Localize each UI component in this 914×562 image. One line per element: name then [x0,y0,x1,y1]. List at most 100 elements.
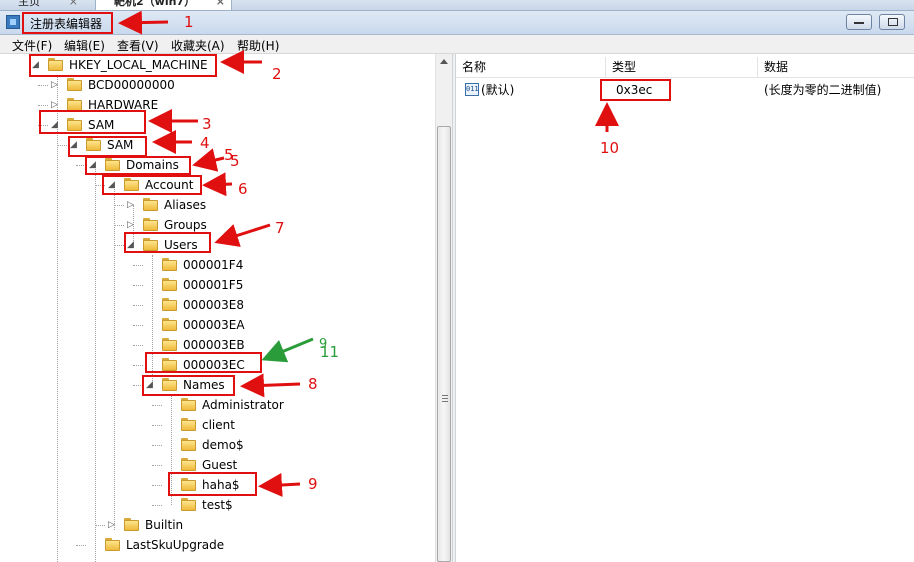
annotation-box-users [124,232,211,253]
tree-node-label: BCD00000000 [88,78,175,92]
close-icon[interactable]: × [69,0,78,9]
annotation-box-hklm [29,54,217,77]
annotation-box-title [22,12,113,34]
tree-guide-line [114,185,115,530]
annotation-number-5b: 5 [230,152,240,170]
minimize-icon [854,22,864,24]
folder-icon [105,538,120,551]
tree-branch-line [152,465,162,466]
folder-icon [143,218,158,231]
registry-app-icon [6,15,20,29]
browser-tab-strip: 主页 × 靶机2（win7） × [0,0,914,11]
annotation-number-2: 2 [272,65,282,83]
tab-home[interactable]: 主页 × [4,0,84,10]
tree-node-label: Administrator [202,398,284,412]
tree-scrollbar[interactable] [435,54,453,562]
folder-icon [181,418,196,431]
menu-edit[interactable]: 编辑(E) [64,37,105,54]
tree-branch-line [38,85,48,86]
collapsed-triangle-icon[interactable]: ▷ [127,195,136,215]
folder-icon [181,438,196,451]
tree-node-label: LastSkuUpgrade [126,538,225,552]
tree-guide-line [57,75,58,562]
annotation-number-8: 8 [308,375,318,393]
tree-branch-line [38,105,48,106]
grip-line [442,401,448,402]
folder-icon [181,498,196,511]
tree-branch-line [114,225,124,226]
column-header-name[interactable]: 名称 [456,57,606,77]
tab-vm[interactable]: 靶机2（win7） × [95,0,232,10]
annotation-box-sam [39,110,146,134]
tree-branch-line [76,545,86,546]
annotation-number-1: 1 [184,13,194,31]
tree-node-label: Builtin [145,518,184,532]
tree-branch-line [152,445,162,446]
grip-line [442,395,448,396]
tree-branch-line [133,305,143,306]
tree-node-label: Aliases [164,198,207,212]
scroll-thumb[interactable] [437,126,451,562]
column-header-data[interactable]: 数据 [758,57,914,77]
tree-node-label: demo$ [202,438,244,452]
annotation-number-4: 4 [200,134,210,152]
annotation-number-6: 6 [238,180,248,198]
restore-button[interactable] [879,14,905,30]
folder-icon [162,258,177,271]
tree-branch-line [133,325,143,326]
collapsed-triangle-icon[interactable]: ▷ [51,75,60,95]
values-pane: 名称 类型 数据 011 (默认) 0x3ec (长度为零的二进制值) [456,54,914,562]
menu-bar: 文件(F) 编辑(E) 查看(V) 收藏夹(A) 帮助(H) [0,35,914,54]
annotation-number-3: 3 [202,115,212,133]
tree-branch-line [133,365,143,366]
folder-icon [162,338,177,351]
minimize-button[interactable] [846,14,872,30]
collapsed-triangle-icon[interactable]: ▷ [108,515,117,535]
restore-icon [888,18,898,26]
tree-branch-line [114,205,124,206]
menu-view[interactable]: 查看(V) [117,37,159,54]
home-tab-label: 主页 [18,0,40,8]
vm-tab-label: 靶机2（win7） [114,0,196,8]
tree-node-label: 000003EA [183,318,245,332]
header-divider [456,77,914,78]
tree-guide-line [95,165,96,562]
tree-branch-line [114,245,124,246]
tree-branch-line [133,345,143,346]
menu-help[interactable]: 帮助(H) [237,37,279,54]
folder-icon [162,278,177,291]
close-icon[interactable]: × [216,0,225,9]
folder-icon [162,318,177,331]
value-data: (长度为零的二进制值) [764,83,882,97]
folder-icon [124,518,139,531]
tree-branch-line [57,145,67,146]
folder-icon [143,198,158,211]
tree-node-label: 000001F5 [183,278,244,292]
tree-node-label: 000003E8 [183,298,245,312]
grip-line [442,398,448,399]
tree-node-label: client [202,418,235,432]
value-name: (默认) [481,83,515,97]
menu-file[interactable]: 文件(F) [12,37,52,54]
annotation-box-type-value [600,79,671,101]
scroll-up-icon[interactable] [440,59,448,64]
annotation-number-9: 9 [308,475,318,493]
binary-value-icon: 011 [465,83,479,96]
annotation-box-sam-sub [68,136,147,157]
annotation-box-000003ec [145,352,262,373]
tree-branch-line [152,505,162,506]
folder-icon [181,458,196,471]
annotation-number-11: 11 [320,343,340,361]
tree-branch-line [152,405,162,406]
tree-branch-line [152,485,162,486]
tree-branch-line [133,285,143,286]
window-titlebar: 注册表编辑器 [0,11,914,35]
value-row[interactable]: 011 (默认) 0x3ec (长度为零的二进制值) [456,80,914,100]
annotation-box-account [102,175,202,195]
tree-node-label: test$ [202,498,233,512]
column-header-type[interactable]: 类型 [606,57,758,77]
folder-icon [67,78,82,91]
annotation-box-haha [168,472,257,496]
tree-branch-line [152,425,162,426]
menu-favorites[interactable]: 收藏夹(A) [171,37,225,54]
